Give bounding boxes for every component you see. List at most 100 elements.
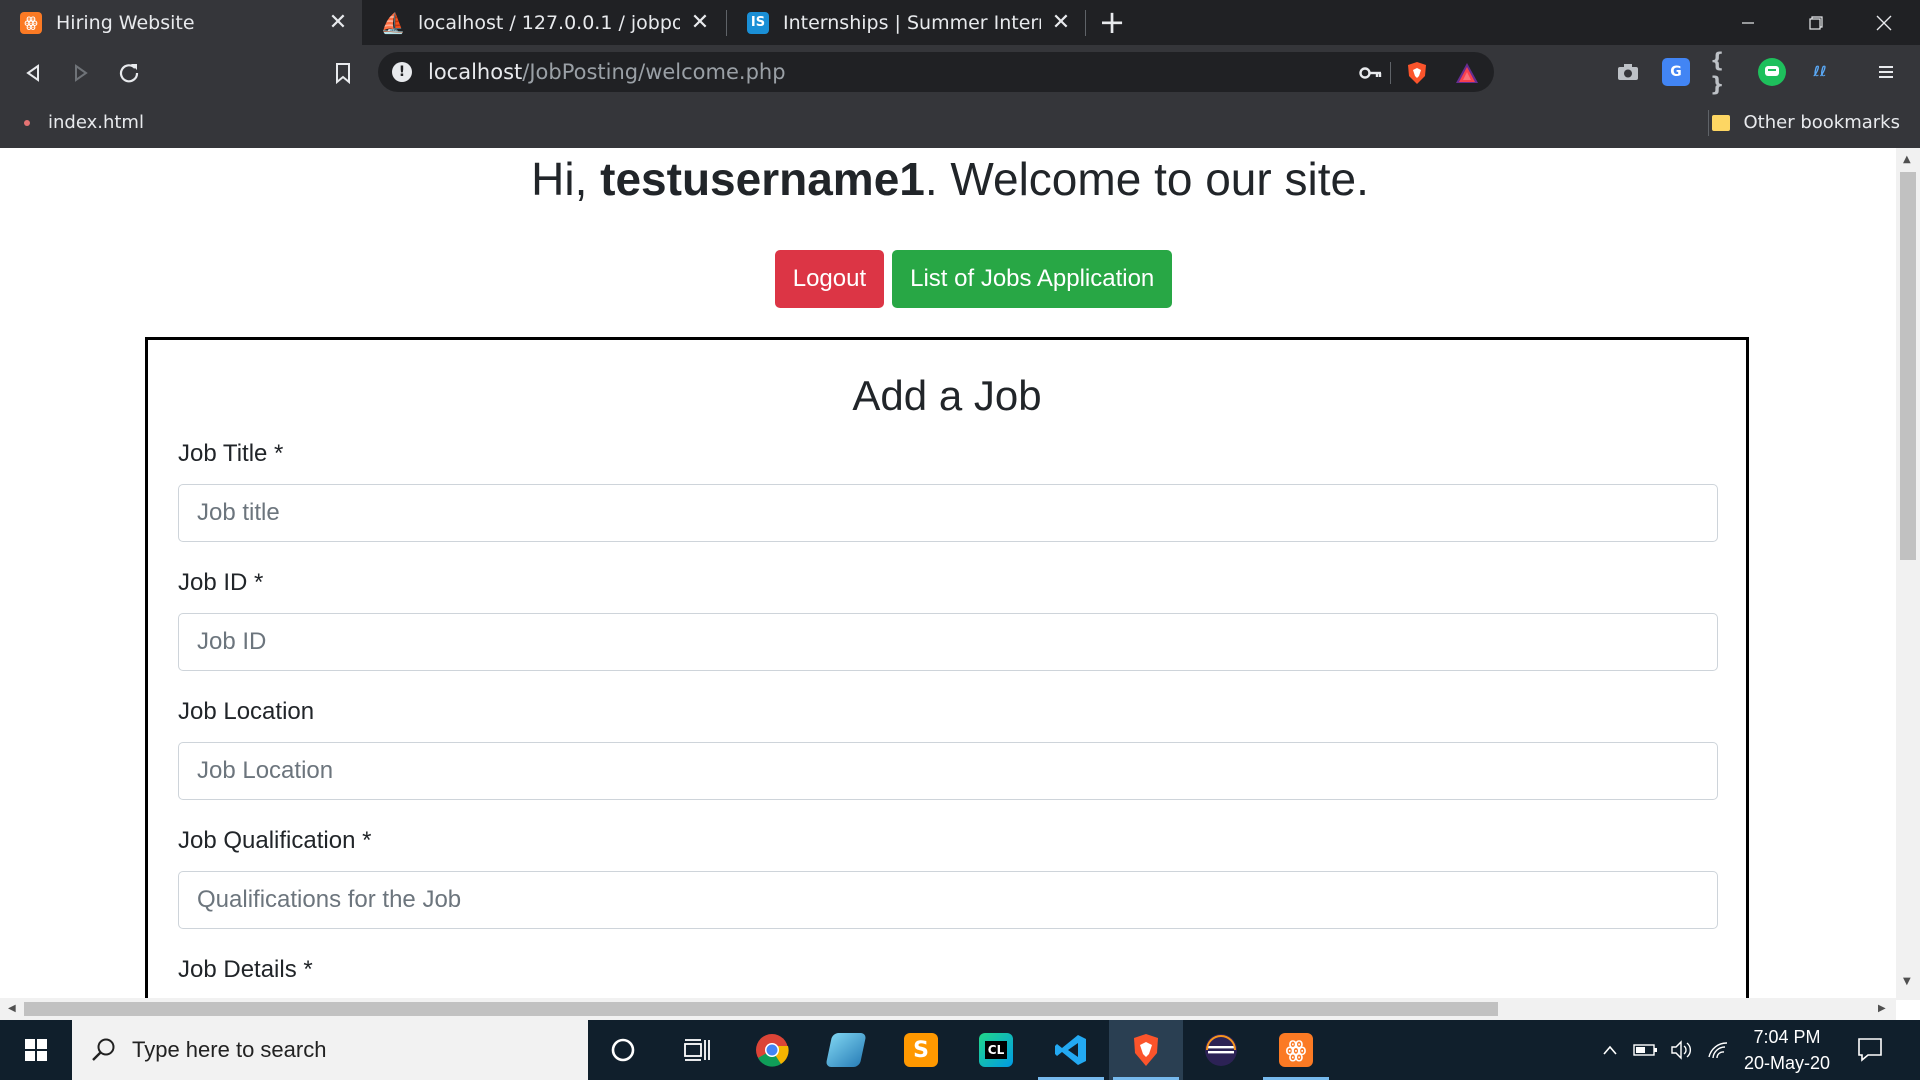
vertical-scroll-thumb[interactable] [1900,172,1916,560]
vscode-icon [1055,1035,1086,1065]
eclipse-icon [1205,1034,1237,1066]
job-title-field: Job Title * [178,440,1718,542]
horizontal-scrollbar[interactable]: ◀ ▶ [0,998,1896,1020]
add-job-form: Add a Job Job Title * Job ID * Job Locat… [145,337,1749,998]
window-close-icon[interactable] [1850,0,1918,45]
volume-icon[interactable] [1668,1036,1696,1064]
vertical-scrollbar[interactable]: ▲ ▼ [1896,148,1920,1000]
taskbar-vscode[interactable] [1034,1020,1108,1080]
internshala-icon: IS [747,11,769,34]
omnibox-separator [1390,62,1391,84]
action-center-icon[interactable] [1856,1036,1886,1064]
windows-icon [25,1039,47,1061]
browser-tab-strip: ꙮ Hiring Website ✕ ⛵ localhost / 127.0.0… [0,0,1920,45]
job-qualification-input[interactable] [178,871,1718,929]
scroll-up-icon[interactable]: ▲ [1903,154,1911,165]
tab-separator [1085,10,1086,36]
xampp-icon: ꙮ [1279,1033,1313,1067]
taskbar-xampp[interactable]: ꙮ [1259,1020,1333,1080]
clock-time: 7:04 PM [1753,1027,1821,1047]
windows-taskbar: Type here to search S CL ꙮ 7:04 PM 20-Ma… [0,1020,1920,1080]
menu-icon[interactable] [1872,58,1900,86]
show-hidden-icons[interactable] [1596,1036,1624,1064]
action-buttons: Logout List of Jobs Application [0,250,1900,308]
address-bar[interactable]: ! localhost/JobPosting/welcome.php [378,52,1494,92]
task-view-button[interactable] [660,1020,734,1080]
search-icon [90,1036,118,1064]
brave-icon [1134,1034,1158,1066]
folder-icon [1711,114,1730,131]
url-text: localhost/JobPosting/welcome.php [428,60,786,84]
camera-icon[interactable] [1614,58,1642,86]
welcome-heading: Hi, testusername1. Welcome to our site. [531,153,1369,205]
job-id-input[interactable] [178,613,1718,671]
restore-icon[interactable] [1782,0,1850,45]
job-location-label: Job Location [178,698,315,725]
bookmarks-separator [1708,110,1709,136]
forward-icon[interactable] [62,54,100,92]
google-translate-icon[interactable]: G [1662,58,1690,86]
tab-title: Internships | Summer Internship 20 [783,11,1041,34]
clion-icon: CL [979,1033,1013,1067]
reload-icon[interactable] [110,54,148,92]
job-id-field: Job ID * [178,569,1718,671]
username: testusername1 [600,153,925,205]
close-icon[interactable]: ✕ [688,10,712,35]
bookmark-other-bookmarks[interactable]: Other bookmarks [1711,112,1900,133]
job-location-input[interactable] [178,742,1718,800]
taskbar-clock[interactable]: 7:04 PM 20-May-20 [1722,1024,1852,1076]
close-icon[interactable]: ✕ [1049,10,1073,35]
job-details-label: Job Details * [178,956,313,983]
scroll-right-icon[interactable]: ▶ [1878,1003,1886,1014]
horizontal-scroll-thumb[interactable] [24,1002,1498,1016]
chat-extension-icon[interactable] [1758,58,1786,86]
tab-title: Hiring Website [56,11,195,34]
taskbar-brave[interactable] [1109,1020,1183,1080]
browser-toolbar: ! localhost/JobPosting/welcome.php G { }… [0,45,1920,100]
clock-date: 20-May-20 [1743,1053,1831,1073]
logout-button[interactable]: Logout [774,250,885,308]
tab-hiring-website[interactable]: ꙮ Hiring Website ✕ [0,0,362,45]
battery-icon[interactable] [1632,1036,1660,1064]
scroll-down-icon[interactable]: ▼ [1903,976,1911,987]
job-title-input[interactable] [178,484,1718,542]
sublime-text-icon: S [904,1033,938,1067]
file-icon [24,119,30,126]
bookmark-index-html[interactable]: index.html [24,112,144,133]
tab-internshala[interactable]: IS Internships | Summer Internship 20 ✕ [727,0,1085,45]
brave-shields-icon[interactable] [1404,60,1430,86]
bookmark-icon[interactable] [324,54,362,92]
tab-phpmyadmin[interactable]: ⛵ localhost / 127.0.0.1 / jobposting | ✕ [362,0,724,45]
job-details-field: Job Details * [178,956,1718,984]
search-placeholder: Type here to search [132,1037,327,1062]
job-qualification-field: Job Qualification * [178,827,1718,929]
key-icon[interactable] [1358,60,1384,86]
task-view-icon [684,1039,710,1061]
close-icon[interactable]: ✕ [326,10,350,35]
jobs-list-button[interactable]: List of Jobs Application [892,250,1173,308]
job-id-label: Job ID * [178,569,264,596]
taskbar-sublime-text[interactable]: S [884,1020,958,1080]
taskbar-search[interactable]: Type here to search [72,1020,588,1080]
cortana-button[interactable] [586,1020,660,1080]
taskbar-chrome[interactable] [735,1020,809,1080]
json-formatter-icon[interactable]: { } [1710,48,1738,96]
taskbar-clion[interactable]: CL [959,1020,1033,1080]
scroll-left-icon[interactable]: ◀ [8,1003,16,1014]
bookmarks-bar: index.html Other bookmarks [0,100,1920,148]
phpmyadmin-icon: ⛵ [380,10,406,35]
cortana-icon [611,1038,635,1062]
page-viewport: Hi, testusername1. Welcome to our site. … [0,148,1900,998]
back-icon[interactable] [14,54,52,92]
start-button[interactable] [0,1020,72,1080]
handwriting-extension-icon[interactable]: ℓℓ [1806,58,1834,86]
taskbar-eclipse[interactable] [1184,1020,1258,1080]
new-tab-button[interactable]: + [1096,5,1128,39]
notepad-icon [825,1033,867,1067]
taskbar-notepad[interactable] [809,1020,883,1080]
brave-rewards-icon[interactable] [1454,60,1480,86]
job-location-field: Job Location [178,698,1718,800]
minimize-icon[interactable] [1714,0,1782,45]
form-title: Add a Job [852,372,1042,419]
info-icon[interactable]: ! [392,62,412,82]
